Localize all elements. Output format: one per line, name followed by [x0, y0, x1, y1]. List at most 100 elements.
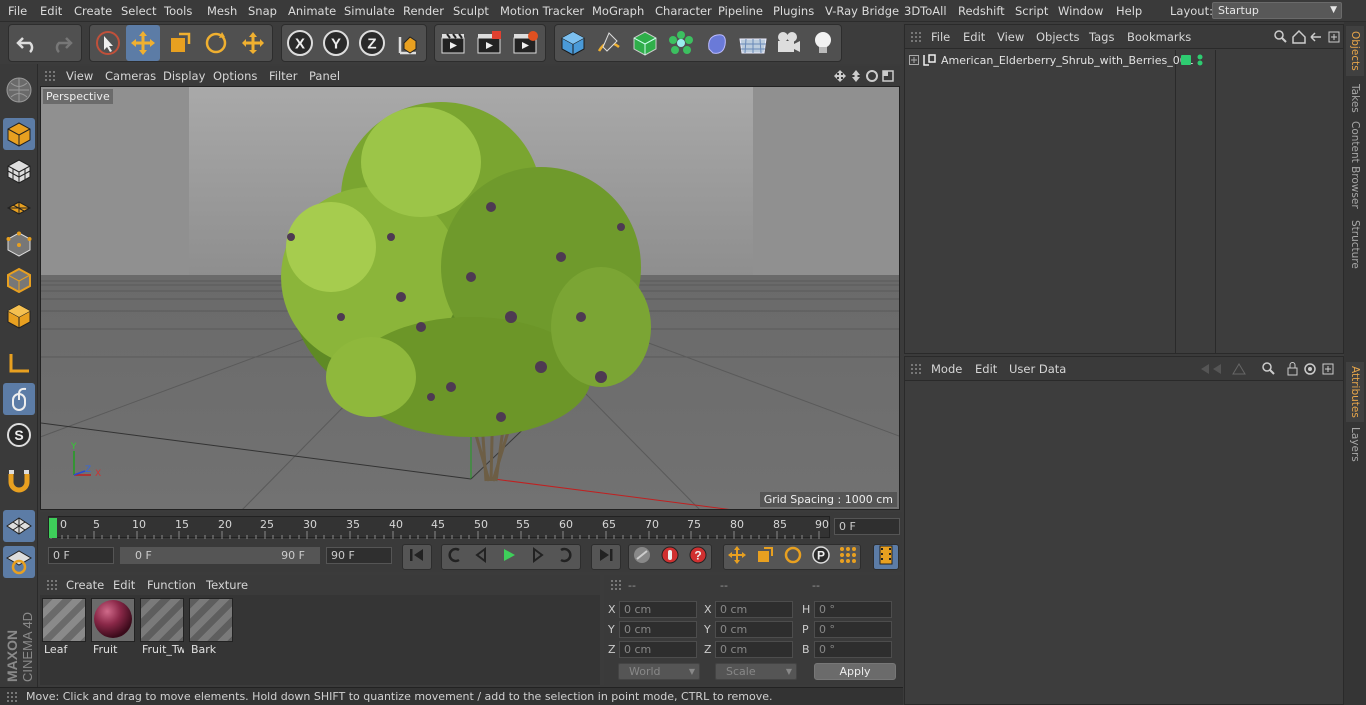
material-menu-function[interactable]: Function — [147, 578, 196, 592]
texture-mode-button[interactable] — [3, 155, 35, 187]
key-parameter-button[interactable]: P — [810, 545, 832, 565]
menu-redshift[interactable]: Redshift — [958, 4, 1005, 18]
size-x-field[interactable]: 0 cm — [715, 601, 793, 618]
menu-snap[interactable]: Snap — [248, 4, 277, 18]
objects-menu-tags[interactable]: Tags — [1089, 30, 1114, 44]
x-axis-lock-button[interactable]: X — [283, 25, 317, 61]
tab-takes[interactable]: Takes — [1346, 80, 1364, 116]
timeline-ruler[interactable]: 0 5 10 15 20 25 30 35 40 45 50 55 60 65 … — [48, 516, 830, 539]
live-selection-button[interactable] — [91, 25, 125, 61]
menu-render[interactable]: Render — [403, 4, 444, 18]
size-mode-select[interactable]: Scale ▼ — [715, 663, 797, 680]
material-menu-edit[interactable]: Edit — [113, 578, 135, 592]
material-swatch[interactable]: Fruit — [91, 598, 135, 656]
next-key-button[interactable] — [554, 545, 576, 565]
polygons-mode-button[interactable] — [3, 300, 35, 332]
viewport-menu-filter[interactable]: Filter — [269, 69, 297, 83]
add-cube-button[interactable] — [556, 25, 590, 61]
viewport-menu-panel[interactable]: Panel — [309, 69, 340, 83]
layer-color-swatch[interactable] — [1181, 55, 1191, 65]
key-pla-button[interactable] — [837, 545, 859, 565]
snap-button[interactable] — [3, 465, 35, 497]
objects-menu-file[interactable]: File — [931, 30, 950, 44]
menu-create[interactable]: Create — [74, 4, 112, 18]
timeline-window-button[interactable] — [875, 545, 897, 565]
y-axis-lock-button[interactable]: Y — [319, 25, 353, 61]
menu-sculpt[interactable]: Sculpt — [453, 4, 489, 18]
redo-button[interactable] — [45, 25, 79, 61]
3d-viewport[interactable]: Y X Z Perspective Grid Spacing : 1000 cm — [40, 86, 900, 510]
layout-select[interactable]: Startup ▼ — [1212, 2, 1342, 19]
coordinate-space-select[interactable]: World ▼ — [618, 663, 700, 680]
render-settings-button[interactable] — [508, 25, 542, 61]
go-to-end-button[interactable] — [595, 545, 617, 565]
attributes-menu-mode[interactable]: Mode — [931, 362, 962, 376]
menu-mesh[interactable]: Mesh — [207, 4, 237, 18]
material-swatch[interactable]: Bark — [189, 598, 233, 656]
object-name[interactable]: American_Elderberry_Shrub_with_Berries_0… — [941, 54, 1194, 67]
autokey-button[interactable]: ? — [687, 545, 709, 565]
attributes-menu-edit[interactable]: Edit — [975, 362, 997, 376]
menu-motion-tracker[interactable]: Motion Tracker — [500, 4, 584, 18]
scale-tool-button[interactable] — [163, 25, 197, 61]
material-menu-texture[interactable]: Texture — [206, 578, 248, 592]
object-manager-nav-icons[interactable] — [1273, 29, 1341, 45]
tab-structure[interactable]: Structure — [1346, 214, 1364, 274]
next-frame-button[interactable] — [526, 545, 548, 565]
model-mode-button[interactable] — [3, 118, 35, 150]
preview-range-slider[interactable]: 0 F 90 F — [120, 547, 320, 564]
render-picture-viewer-button[interactable] — [472, 25, 506, 61]
current-frame-field[interactable]: 0 F — [834, 518, 900, 535]
objects-menu-objects[interactable]: Objects — [1036, 30, 1079, 44]
solo-button[interactable]: S — [3, 419, 35, 451]
menu-tools[interactable]: Tools — [164, 4, 192, 18]
edges-mode-button[interactable] — [3, 264, 35, 296]
size-z-field[interactable]: 0 cm — [715, 641, 793, 658]
add-deformer-button[interactable] — [700, 25, 734, 61]
objects-menu-edit[interactable]: Edit — [963, 30, 985, 44]
objects-menu-view[interactable]: View — [997, 30, 1024, 44]
material-swatch[interactable]: Fruit_Tw — [140, 598, 184, 656]
tab-objects[interactable]: Objects — [1346, 26, 1364, 76]
make-editable-button[interactable] — [3, 74, 35, 106]
menu-pipeline[interactable]: Pipeline — [718, 4, 763, 18]
position-x-field[interactable]: 0 cm — [619, 601, 697, 618]
visibility-dots-icon[interactable] — [1196, 53, 1204, 67]
menu-animate[interactable]: Animate — [288, 4, 336, 18]
rotation-b-field[interactable]: 0 ° — [814, 641, 892, 658]
menu-mograph[interactable]: MoGraph — [592, 4, 644, 18]
menu-window[interactable]: Window — [1058, 4, 1103, 18]
transform-tool-button[interactable] — [236, 25, 270, 61]
menu-simulate[interactable]: Simulate — [344, 4, 395, 18]
undo-button[interactable] — [10, 25, 44, 61]
menu-character[interactable]: Character — [655, 4, 712, 18]
menu-select[interactable]: Select — [121, 4, 156, 18]
go-to-start-button[interactable] — [406, 545, 428, 565]
z-axis-lock-button[interactable]: Z — [355, 25, 389, 61]
move-tool-button[interactable] — [126, 25, 160, 61]
tab-layers[interactable]: Layers — [1346, 424, 1364, 464]
viewport-menu-cameras[interactable]: Cameras — [105, 69, 156, 83]
material-swatch[interactable]: Leaf — [42, 598, 86, 656]
menu-file[interactable]: File — [8, 4, 27, 18]
workplane-lock-button[interactable] — [3, 510, 35, 542]
menu-plugins[interactable]: Plugins — [773, 4, 814, 18]
playhead[interactable] — [49, 518, 57, 538]
menu-3dtoall[interactable]: 3DToAll — [904, 4, 947, 18]
key-position-button[interactable] — [726, 545, 748, 565]
viewport-menu-view[interactable]: View — [66, 69, 93, 83]
tab-attributes[interactable]: Attributes — [1346, 362, 1364, 422]
menu-vray-bridge[interactable]: V-Ray Bridge — [825, 4, 899, 18]
objects-menu-bookmarks[interactable]: Bookmarks — [1127, 30, 1191, 44]
rotate-tool-button[interactable] — [199, 25, 233, 61]
add-mograph-button[interactable] — [664, 25, 698, 61]
rotation-p-field[interactable]: 0 ° — [814, 621, 892, 638]
size-y-field[interactable]: 0 cm — [715, 621, 793, 638]
viewport-menu-display[interactable]: Display — [163, 69, 205, 83]
expand-icon[interactable] — [909, 55, 919, 65]
key-scale-button[interactable] — [754, 545, 776, 565]
previous-frame-button[interactable] — [471, 545, 493, 565]
tweak-mode-button[interactable] — [3, 383, 35, 415]
add-camera-button[interactable] — [771, 25, 805, 61]
viewport-menu-options[interactable]: Options — [213, 69, 257, 83]
